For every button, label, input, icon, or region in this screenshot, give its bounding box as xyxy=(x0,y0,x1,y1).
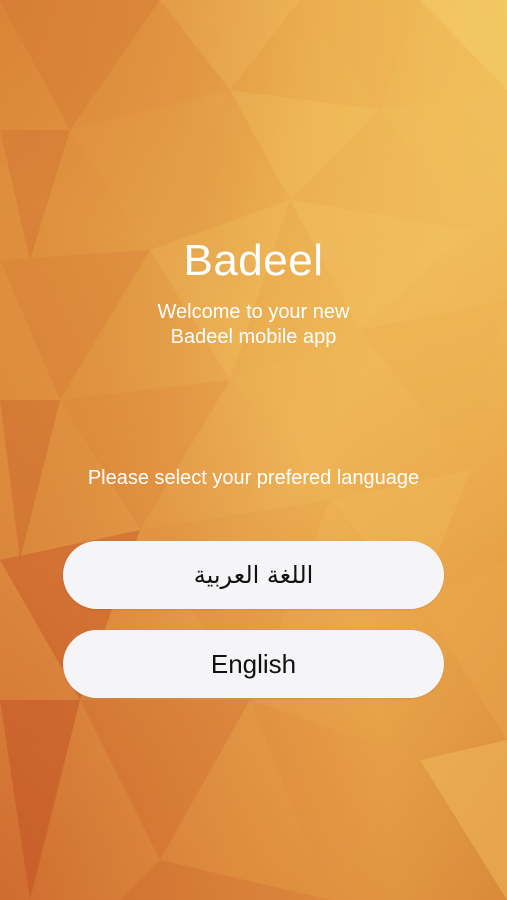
english-language-button[interactable]: English xyxy=(63,630,444,698)
app-title: Badeel xyxy=(183,236,324,285)
arabic-language-button[interactable]: اللغة العربية xyxy=(63,541,444,609)
language-prompt: Please select your prefered language xyxy=(87,467,420,489)
language-select-screen: Badeel Welcome to your new Badeel mobile… xyxy=(0,0,507,900)
english-language-label: English xyxy=(210,648,297,679)
arabic-language-label: اللغة العربية xyxy=(193,561,314,589)
welcome-line-1: Welcome to your new xyxy=(157,301,350,323)
welcome-message: Welcome to your new Badeel mobile app xyxy=(0,300,507,350)
welcome-line-2: Badeel mobile app xyxy=(170,326,337,348)
